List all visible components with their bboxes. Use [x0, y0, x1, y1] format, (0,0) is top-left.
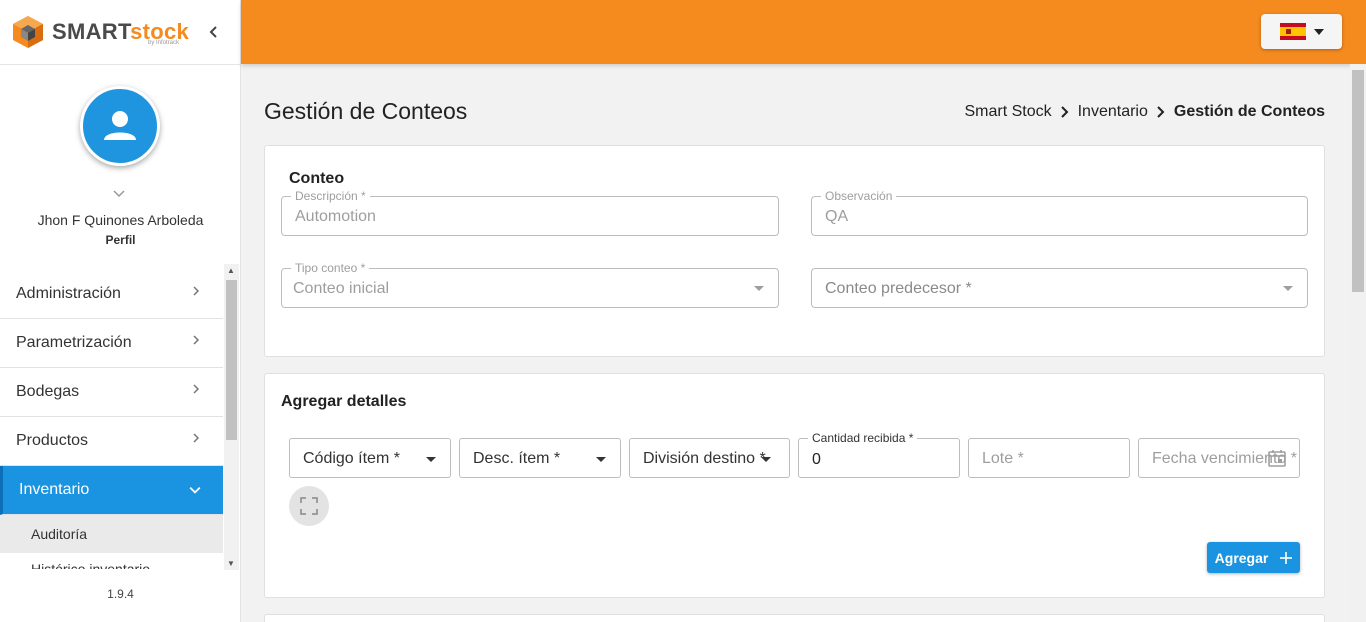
- desc-item-select[interactable]: Desc. ítem *: [459, 438, 621, 478]
- scroll-down-arrow-icon[interactable]: ▼: [227, 559, 235, 568]
- sidebar-subitem-historico-inventario[interactable]: Histórico inventario: [0, 553, 223, 569]
- sidebar-item-parametrizacion[interactable]: Parametrización: [0, 319, 223, 368]
- user-name: Jhon F Quinones Arboleda: [37, 212, 204, 228]
- sidebar-subitem-auditoria[interactable]: Auditoría: [0, 515, 223, 553]
- chevron-left-icon: [209, 26, 217, 38]
- sidebar-menu: Administración Parametrización Bodegas P…: [0, 270, 223, 570]
- cantidad-recibida-label: Cantidad recibida *: [808, 431, 918, 445]
- chevron-down-icon: [189, 486, 201, 494]
- breadcrumb: Smart Stock Inventario Gestión de Conteo…: [964, 103, 1325, 121]
- conteo-card: [264, 145, 1325, 357]
- sidebar: SMARTstock by Infotrack Jhon F Quinones …: [0, 0, 241, 622]
- language-selector[interactable]: [1261, 14, 1342, 49]
- lote-placeholder: Lote *: [982, 450, 1024, 467]
- codigo-item-select[interactable]: Código ítem *: [289, 438, 451, 478]
- observacion-value: QA: [825, 208, 849, 225]
- cantidad-recibida-field[interactable]: Cantidad recibida * 0: [798, 431, 960, 478]
- tipo-conteo-value: Conteo inicial: [293, 280, 390, 297]
- tipo-conteo-select[interactable]: Tipo conteo * Conteo inicial: [281, 261, 779, 308]
- app-version: 1.9.4: [107, 587, 134, 601]
- dropdown-arrow-icon: [761, 457, 771, 462]
- dropdown-arrow-icon: [596, 457, 606, 462]
- user-icon: [104, 111, 136, 140]
- brand-name-part1: SMART: [52, 19, 131, 44]
- fullscreen-icon: [300, 497, 318, 515]
- breadcrumb-item-inventario[interactable]: Inventario: [1078, 103, 1148, 121]
- descripcion-field[interactable]: Descripción * Automotion: [281, 189, 779, 236]
- sidebar-scrollbar[interactable]: ▲ ▼: [224, 264, 239, 570]
- chevron-down-icon: [113, 190, 125, 198]
- chevron-right-icon: [193, 335, 200, 345]
- sidebar-item-label: Productos: [16, 432, 89, 449]
- sidebar-item-productos[interactable]: Productos: [0, 417, 223, 466]
- spain-flag-icon: [1279, 23, 1306, 40]
- sidebar-item-administracion[interactable]: Administración: [0, 270, 223, 319]
- observacion-field[interactable]: Observación QA: [811, 189, 1308, 236]
- tipo-conteo-label: Tipo conteo *: [291, 261, 370, 275]
- codigo-item-placeholder: Código ítem *: [303, 450, 400, 467]
- dropdown-arrow-icon: [754, 286, 764, 291]
- topbar: [241, 0, 1366, 64]
- profile-link[interactable]: Perfil: [0, 233, 241, 247]
- sidebar-item-label: Administración: [16, 285, 121, 302]
- desc-item-placeholder: Desc. ítem *: [473, 450, 561, 467]
- sidebar-item-label: Parametrización: [16, 334, 132, 351]
- chevron-right-icon: [1157, 106, 1165, 118]
- sidebar-item-label: Bodegas: [16, 383, 80, 400]
- plus-icon: [1280, 551, 1293, 564]
- sidebar-item-bodegas[interactable]: Bodegas: [0, 368, 223, 417]
- page-scrollbar[interactable]: [1350, 64, 1366, 622]
- division-destino-select[interactable]: División destino *: [629, 438, 790, 478]
- descripcion-label: Descripción *: [291, 189, 370, 203]
- collapse-sidebar-button[interactable]: [206, 22, 222, 42]
- conteo-card-title: Conteo: [289, 170, 345, 187]
- division-destino-placeholder: División destino *: [643, 450, 766, 467]
- calendar-icon[interactable]: [1267, 448, 1287, 468]
- lote-field[interactable]: Lote *: [968, 438, 1130, 478]
- page-scrollbar-thumb[interactable]: [1352, 70, 1364, 292]
- dropdown-arrow-icon: [426, 457, 436, 462]
- details-table-card: [264, 614, 1325, 622]
- chevron-right-icon: [193, 286, 200, 296]
- brand-logo[interactable]: SMARTstock by Infotrack: [0, 0, 240, 65]
- page-title: Gestión de Conteos: [264, 98, 468, 124]
- cantidad-recibida-value: 0: [812, 451, 821, 468]
- agregar-button-label: Agregar: [1214, 549, 1269, 566]
- observacion-label: Observación: [821, 189, 897, 203]
- scroll-up-arrow-icon[interactable]: ▲: [227, 266, 235, 275]
- caret-down-icon: [1313, 28, 1324, 35]
- fullscreen-button[interactable]: [289, 486, 329, 526]
- agregar-detalles-card: [264, 373, 1325, 598]
- chevron-right-icon: [193, 433, 200, 443]
- descripcion-value: Automotion: [295, 208, 376, 225]
- brand-subtitle: by Infotrack: [148, 40, 180, 46]
- conteo-predecesor-select[interactable]: Conteo predecesor *: [811, 268, 1308, 308]
- chevron-right-icon: [193, 384, 200, 394]
- sidebar-item-inventario[interactable]: Inventario: [0, 466, 223, 515]
- fecha-vencimiento-field[interactable]: Fecha vencimiento *: [1138, 438, 1300, 478]
- user-menu-toggle[interactable]: [112, 186, 126, 202]
- conteo-predecesor-placeholder: Conteo predecesor *: [825, 280, 972, 297]
- agregar-button[interactable]: Agregar: [1207, 542, 1300, 573]
- breadcrumb-item-smart-stock[interactable]: Smart Stock: [964, 103, 1051, 121]
- sidebar-item-label: Inventario: [19, 481, 90, 498]
- logo-cube-icon: [13, 16, 43, 48]
- avatar[interactable]: [80, 86, 160, 166]
- breadcrumb-item-current: Gestión de Conteos: [1173, 103, 1325, 120]
- agregar-detalles-title: Agregar detalles: [281, 393, 407, 410]
- chevron-right-icon: [1060, 106, 1069, 118]
- dropdown-arrow-icon: [1283, 286, 1293, 291]
- scrollbar-thumb[interactable]: [226, 280, 237, 440]
